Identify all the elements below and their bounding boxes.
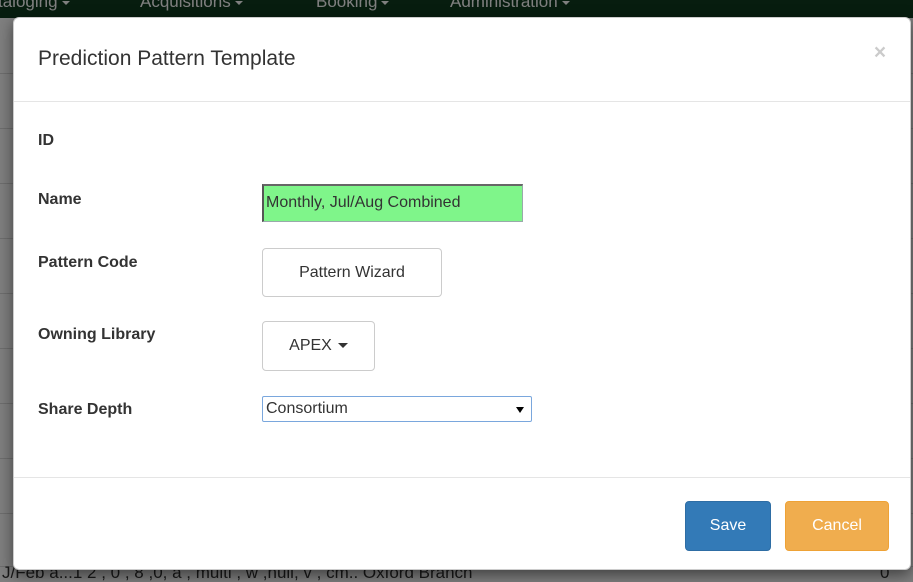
owning-library-label: Owning Library	[38, 326, 156, 343]
name-input-value: Monthly, Jul/Aug Combined	[266, 194, 461, 211]
share-depth-value: Consortium	[266, 400, 348, 417]
name-label: Name	[38, 191, 82, 208]
owning-library-value: APEX	[289, 337, 332, 354]
pattern-code-label: Pattern Code	[38, 254, 138, 271]
share-depth-select[interactable]: Consortium	[262, 396, 532, 422]
modal-title: Prediction Pattern Template	[38, 47, 296, 70]
cancel-button[interactable]: Cancel	[785, 501, 889, 551]
save-button[interactable]: Save	[685, 501, 771, 551]
prediction-pattern-modal: Prediction Pattern Template × ID Name Mo…	[13, 17, 911, 570]
share-depth-label: Share Depth	[38, 401, 133, 418]
dropdown-arrow-icon	[516, 407, 524, 413]
pattern-wizard-button[interactable]: Pattern Wizard	[262, 248, 442, 297]
close-icon[interactable]: ×	[872, 42, 888, 63]
name-input[interactable]: Monthly, Jul/Aug Combined	[262, 184, 523, 222]
owning-library-dropdown[interactable]: APEX	[262, 321, 375, 371]
id-label: ID	[38, 132, 54, 149]
modal-footer: Save Cancel	[14, 477, 910, 571]
modal-header: Prediction Pattern Template ×	[14, 18, 910, 102]
caret-down-icon	[337, 343, 348, 349]
